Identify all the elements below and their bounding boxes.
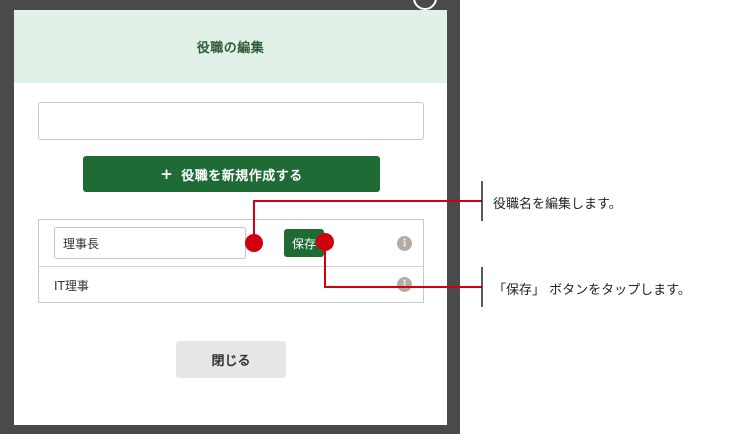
callout-lines xyxy=(245,181,483,307)
callout-dot-save xyxy=(316,233,334,251)
callout-line-save xyxy=(324,242,482,288)
callout-line-edit xyxy=(253,200,482,243)
annotation-edit-name: 役職名を編集します。 xyxy=(493,197,622,212)
callout-dot-edit xyxy=(245,234,263,252)
annotation-tap-save: 「保存」 ボタンをタップします。 xyxy=(493,283,691,298)
